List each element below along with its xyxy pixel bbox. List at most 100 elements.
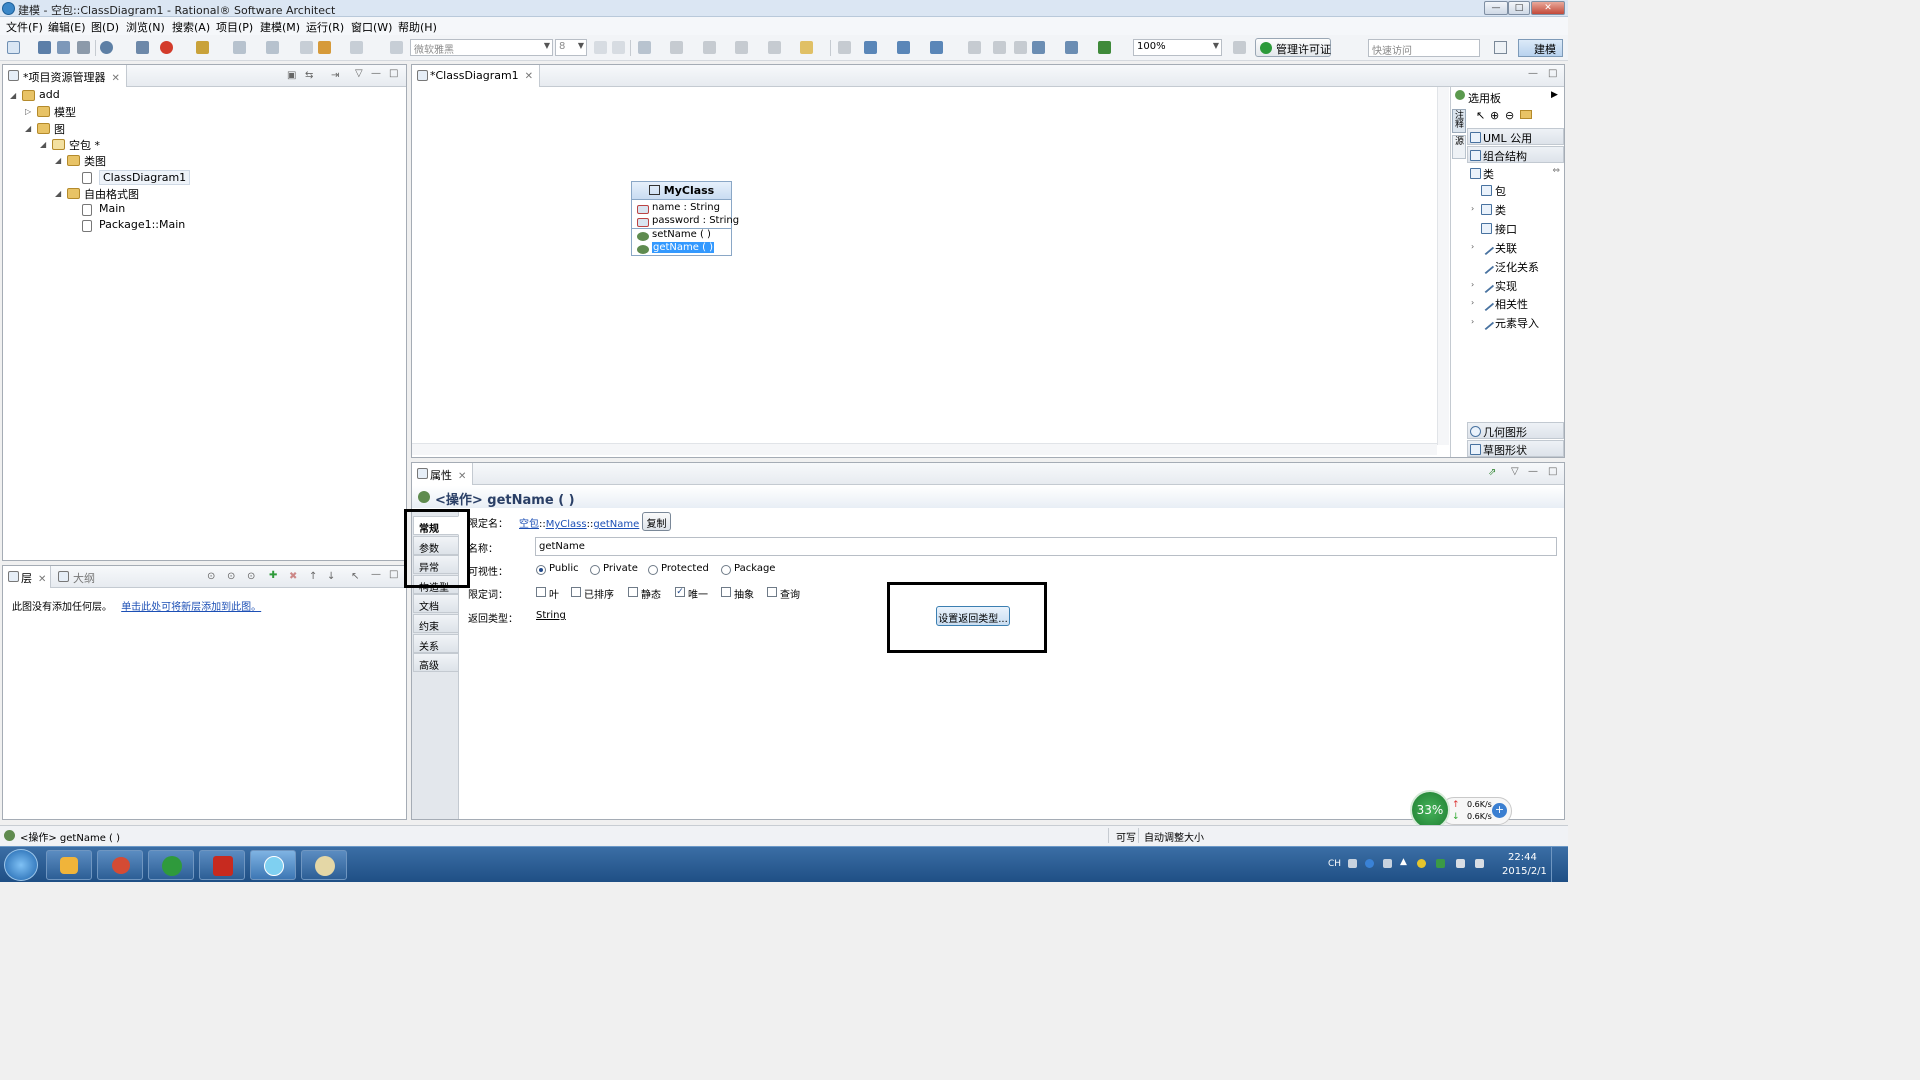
operation-setname[interactable]: setName ( ) (652, 229, 711, 240)
tree-twisty[interactable]: ◢ (40, 140, 46, 149)
italic-icon[interactable] (612, 41, 625, 54)
fill-color-icon[interactable] (735, 41, 748, 54)
palette-item[interactable]: 元素导入 (1495, 315, 1539, 331)
palette-side-tab-notes[interactable]: 注释 (1452, 109, 1466, 133)
tree-item[interactable]: 模型 (54, 104, 76, 120)
drawer-uml-common[interactable]: UML 公用 (1467, 128, 1564, 145)
drawer-composite-structure[interactable]: 组合结构 (1467, 146, 1564, 163)
save-all-icon[interactable] (57, 41, 70, 54)
close-tab-icon[interactable]: ✕ (458, 471, 466, 482)
network-icon[interactable] (1456, 859, 1465, 868)
operation-getname-selected[interactable]: getName ( ) (652, 242, 715, 253)
drawer-geometric-shapes[interactable]: 几何图形 (1467, 422, 1564, 439)
delete-icon[interactable] (1014, 41, 1027, 54)
tree-item[interactable]: 自由格式图 (84, 186, 139, 202)
return-type-value[interactable]: String (536, 610, 566, 621)
tree-item[interactable]: ClassDiagram1 (99, 169, 191, 185)
maximize-view-icon[interactable]: □ (389, 68, 398, 79)
line-style-icon[interactable] (638, 41, 651, 54)
palette-expand-icon[interactable]: › (1471, 204, 1474, 213)
menu-edit[interactable]: 编辑(E) (48, 19, 86, 35)
close-window-button[interactable]: ✕ (1531, 1, 1565, 15)
visibility-option-label[interactable]: Private (603, 563, 638, 574)
palette-expand-icon[interactable]: › (1471, 280, 1474, 289)
palette-item[interactable]: 包 (1495, 183, 1506, 199)
filter-icon[interactable] (1098, 41, 1111, 54)
taskbar-app-ie[interactable] (148, 850, 194, 880)
taskbar-app-rsa[interactable] (250, 850, 296, 880)
new-icon[interactable] (7, 41, 20, 54)
visibility-radio[interactable] (648, 565, 658, 575)
qualified-link-operation[interactable]: getName (593, 519, 639, 530)
zoom-in-icon[interactable]: ⊕ (1490, 109, 1499, 122)
visibility-option-label[interactable]: Protected (661, 563, 709, 574)
visibility-option-label[interactable]: Public (549, 563, 579, 574)
maximize-button[interactable]: □ (1508, 1, 1530, 15)
link-icon[interactable] (100, 41, 113, 54)
security-icon[interactable] (1417, 859, 1426, 868)
view-icon[interactable] (1065, 41, 1078, 54)
open-perspective-icon[interactable] (1494, 41, 1507, 54)
collapse-all-icon[interactable]: ▣ (287, 70, 296, 81)
properties-tab-advanced[interactable]: 高级 (413, 653, 459, 673)
myclass-box[interactable]: MyClass name : String password : String … (631, 181, 739, 256)
palette-item[interactable]: 实现 (1495, 278, 1517, 294)
visibility-radio[interactable] (590, 565, 600, 575)
sketch-icon[interactable] (1233, 41, 1246, 54)
palette-expand-icon[interactable]: › (1471, 242, 1474, 251)
minimize-view-icon[interactable]: — (1528, 466, 1538, 477)
menu-modeling[interactable]: 建模(M) (260, 19, 300, 35)
palette-item[interactable]: 接口 (1495, 221, 1517, 237)
qualifier-checkbox[interactable] (721, 587, 731, 597)
minimize-view-icon[interactable]: — (371, 68, 381, 79)
tab-outline[interactable]: 大纲 (53, 566, 101, 588)
tray-expand-icon[interactable]: ▲ (1400, 857, 1407, 867)
link-editor-icon[interactable]: ⇆ (305, 70, 313, 81)
select-layer-icon[interactable]: ↖ (351, 571, 359, 582)
maximize-editor-icon[interactable]: □ (1548, 68, 1557, 79)
visibility-radio[interactable] (536, 565, 546, 575)
distribute-icon[interactable] (993, 41, 1006, 54)
palette-item[interactable]: 相关性 (1495, 296, 1528, 312)
widget-plus-icon[interactable]: + (1492, 803, 1507, 818)
palette-item[interactable]: 泛化关系 (1495, 259, 1539, 275)
select-icon[interactable] (864, 41, 877, 54)
clock-date[interactable]: 2015/2/1 (1502, 866, 1547, 877)
vertical-scrollbar[interactable] (1437, 87, 1449, 445)
copy-format-icon[interactable] (838, 41, 851, 54)
modeling-perspective-button[interactable]: 建模 (1518, 39, 1563, 57)
qualifier-label[interactable]: 已排序 (584, 586, 614, 601)
close-tab-icon[interactable]: ✕ (525, 71, 533, 82)
font-family-combo[interactable]: 微软雅黑 ▼ (410, 39, 553, 56)
qualifier-label[interactable]: 静态 (641, 586, 661, 601)
close-tab-icon[interactable]: ✕ (38, 574, 46, 585)
qualified-link-class[interactable]: MyClass (546, 519, 587, 530)
zoom-out-icon[interactable]: ⊖ (1505, 109, 1514, 122)
layer-tool-icon[interactable]: ⊙ (207, 571, 215, 582)
tree-item[interactable]: add (39, 88, 60, 101)
tool-icon[interactable] (196, 41, 209, 54)
menu-file[interactable]: 文件(F) (6, 19, 43, 35)
filter-icon[interactable]: ⇥ (331, 70, 339, 81)
nav-icon[interactable] (233, 41, 246, 54)
palette-expand-icon[interactable]: › (1471, 298, 1474, 307)
tab-project-explorer[interactable]: *项目资源管理器 ✕ (3, 65, 127, 87)
menu-project[interactable]: 项目(P) (216, 19, 253, 35)
memory-percent[interactable]: 33% (1410, 790, 1450, 830)
bold-icon[interactable] (594, 41, 607, 54)
tree-twisty[interactable]: ◢ (55, 189, 61, 198)
taskbar-app-paint[interactable] (301, 850, 347, 880)
properties-tab-relationships[interactable]: 关系 (413, 633, 459, 653)
maximize-view-icon[interactable]: □ (1548, 466, 1557, 477)
tree-item[interactable]: 图 (54, 121, 65, 137)
minimize-editor-icon[interactable]: — (1528, 68, 1538, 79)
tree-twisty[interactable]: ▷ (25, 107, 31, 116)
forward-icon[interactable] (350, 41, 363, 54)
palette-menu-icon[interactable]: ▶ (1551, 90, 1558, 100)
pin-icon[interactable] (390, 41, 403, 54)
palette-expand-icon[interactable]: › (1471, 317, 1474, 326)
tree-item[interactable]: Main (99, 202, 125, 215)
close-tab-icon[interactable]: ✕ (112, 73, 120, 84)
name-input[interactable]: getName (535, 537, 1557, 556)
run-icon[interactable] (160, 41, 173, 54)
